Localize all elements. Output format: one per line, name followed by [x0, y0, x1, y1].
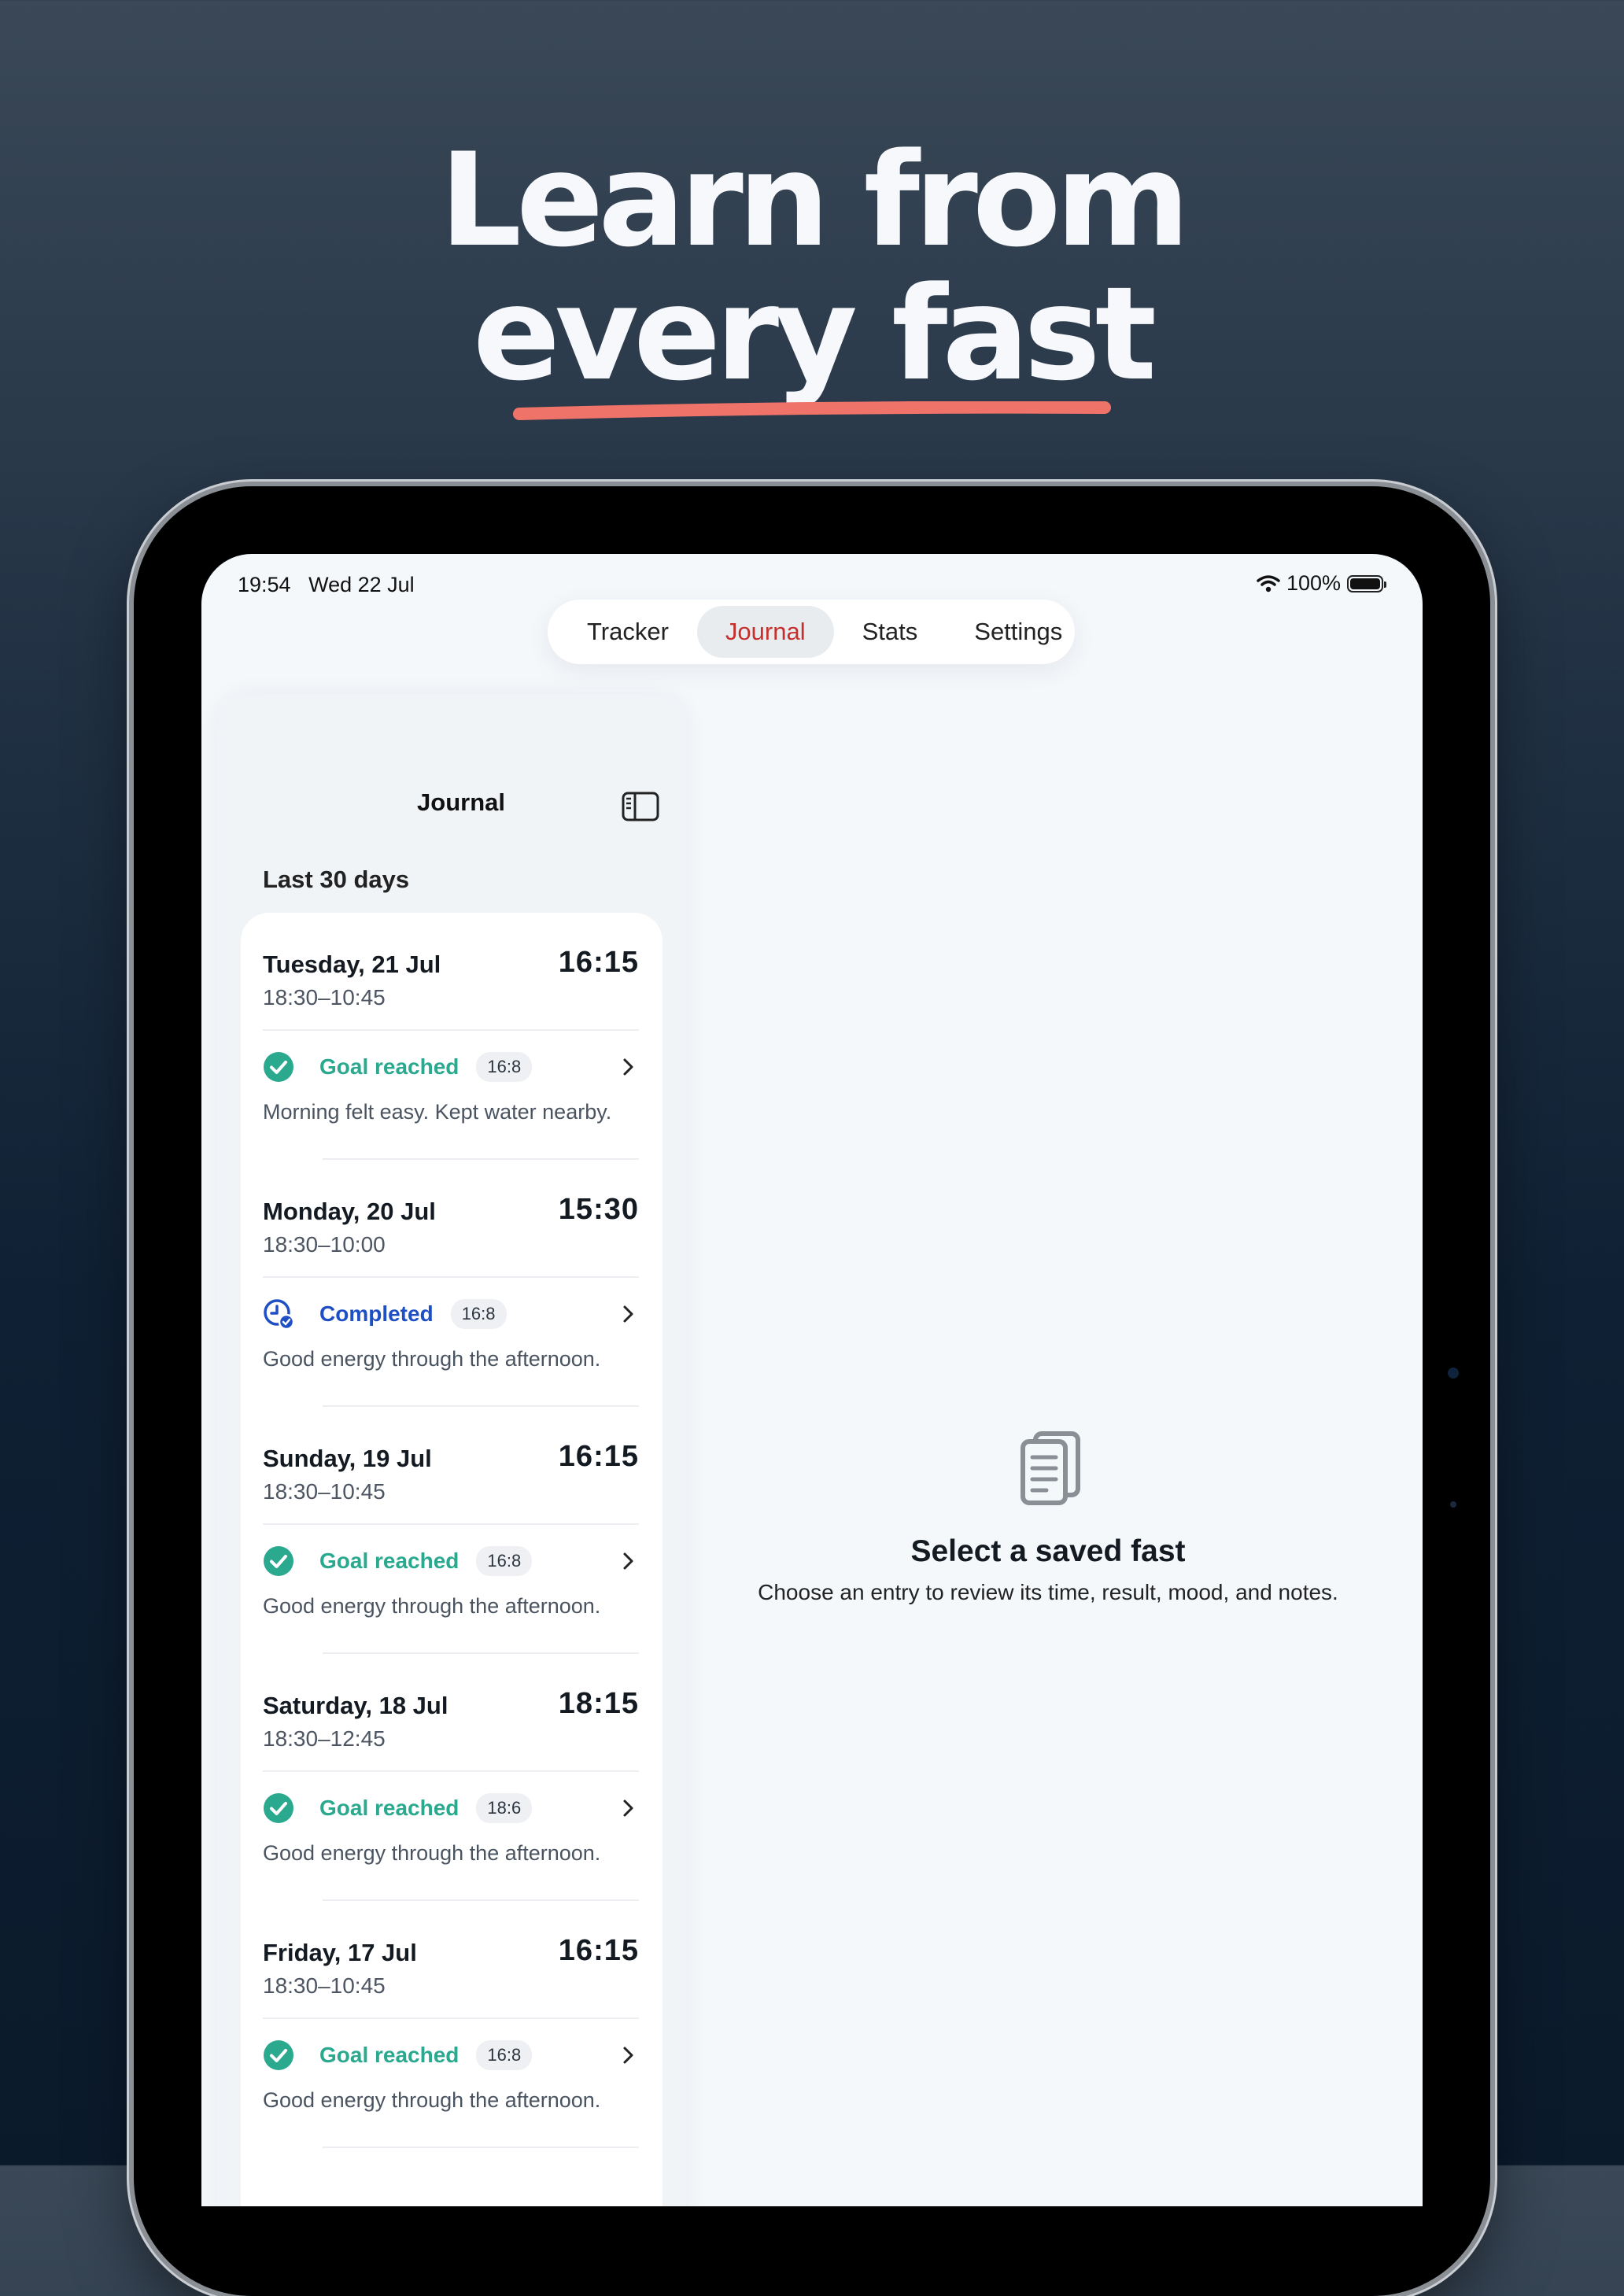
entry-plan-badge: 16:8 [476, 1052, 533, 1082]
entry-divider [263, 1523, 639, 1525]
journal-entry[interactable]: Saturday, 18 Jul 18:30–12:45 18:15 Goal … [241, 1654, 663, 1901]
journal-entry[interactable]: Sunday, 19 Jul 18:30–10:45 16:15 Goal re… [241, 1407, 663, 1654]
entry-note: Good energy through the afternoon. [263, 2088, 601, 2112]
journal-entry[interactable]: Tuesday, 21 Jul 18:30–10:45 16:15 Goal r… [241, 913, 663, 1160]
entry-status-row[interactable]: Goal reached 16:8 [263, 2038, 639, 2073]
battery-icon [1347, 574, 1386, 592]
app-screen: 19:54 Wed 22 Jul 100% Tracker Journal St… [201, 554, 1423, 2206]
entry-status: Goal reached [319, 1549, 460, 1573]
entry-time-range: 18:30–12:45 [263, 1726, 386, 1751]
entry-time-range: 18:30–10:45 [263, 985, 386, 1010]
entry-duration: 16:15 [558, 1440, 639, 1473]
chevron-right-icon[interactable] [618, 1303, 637, 1325]
tab-journal[interactable]: Journal [696, 606, 834, 658]
headline-line-1: Learn from [439, 125, 1190, 275]
status-date: Wed 22 Jul [308, 573, 415, 596]
entry-status: Completed [319, 1301, 434, 1326]
check-circle-icon [264, 1793, 293, 1823]
entry-divider [263, 1770, 639, 1772]
entry-plan-badge: 16:8 [476, 2040, 533, 2070]
entry-status-row[interactable]: Goal reached 16:8 [263, 1544, 639, 1578]
entry-date: Tuesday, 21 Jul [263, 951, 441, 978]
check-circle-icon [264, 2040, 293, 2070]
entry-duration: 15:30 [558, 1193, 639, 1226]
entry-duration: 18:15 [558, 1687, 639, 1720]
entry-time-range: 18:30–10:45 [263, 1479, 386, 1504]
section-label-last-30-days: Last 30 days [263, 866, 410, 893]
entry-status-row[interactable]: Goal reached 18:6 [263, 1791, 639, 1825]
entry-status-row[interactable]: Completed 16:8 [263, 1297, 639, 1331]
entry-note: Morning felt easy. Kept water nearby. [263, 1100, 612, 1124]
check-circle-icon [264, 1052, 293, 1082]
clock-check-icon [264, 1299, 294, 1330]
device-sensor [1450, 1501, 1456, 1508]
entry-status: Goal reached [319, 1054, 460, 1079]
document-stack-icon [1021, 1431, 1080, 1505]
entry-date: Monday, 20 Jul [263, 1198, 436, 1225]
entry-note: Good energy through the afternoon. [263, 1841, 601, 1865]
tab-stats[interactable]: Stats [834, 606, 947, 658]
chevron-right-icon[interactable] [618, 1056, 637, 1078]
entry-status: Goal reached [319, 2043, 460, 2067]
entry-note: Good energy through the afternoon. [263, 1594, 601, 1618]
headline-underline [513, 401, 1111, 420]
status-time-date: 19:54 Wed 22 Jul [238, 573, 415, 597]
status-indicators: 100% [1257, 571, 1386, 596]
entry-duration: 16:15 [558, 1934, 639, 1967]
entry-separator [323, 2147, 639, 2148]
journal-entry[interactable]: Monday, 20 Jul 18:30–10:00 15:30 Complet… [241, 1160, 663, 1407]
entry-divider [263, 1276, 639, 1278]
headline: Learn from every fast [0, 134, 1624, 401]
empty-state-title: Select a saved fast [910, 1534, 1186, 1568]
entry-status: Goal reached [319, 1796, 460, 1820]
empty-state-subtitle: Choose an entry to review its time, resu… [758, 1580, 1338, 1604]
chevron-right-icon[interactable] [618, 2044, 637, 2066]
entry-date: Saturday, 18 Jul [263, 1692, 448, 1719]
top-tab-bar: Tracker Journal Stats Settings [548, 600, 1075, 664]
entry-date: Sunday, 19 Jul [263, 1445, 432, 1472]
entry-divider [263, 1029, 639, 1031]
entry-date: Friday, 17 Jul [263, 1939, 417, 1966]
tab-tracker[interactable]: Tracker [559, 606, 697, 658]
chevron-right-icon[interactable] [618, 1550, 637, 1572]
sidebar-toggle-icon[interactable] [622, 792, 659, 821]
wifi-icon [1257, 574, 1280, 592]
check-circle-icon [264, 1546, 293, 1576]
entry-divider [263, 2017, 639, 2019]
battery-percent: 100% [1286, 571, 1341, 595]
entry-plan-badge: 16:8 [476, 1546, 533, 1576]
entry-note: Good energy through the afternoon. [263, 1347, 601, 1371]
journal-entry-list: Tuesday, 21 Jul 18:30–10:45 16:15 Goal r… [241, 913, 663, 2206]
entry-plan-badge: 18:6 [476, 1793, 533, 1823]
tab-settings[interactable]: Settings [946, 606, 1091, 658]
journal-entry[interactable]: Friday, 17 Jul 18:30–10:45 16:15 Goal re… [241, 1901, 663, 2148]
headline-line-2: every fast [472, 259, 1157, 409]
entry-plan-badge: 16:8 [450, 1299, 507, 1329]
front-camera [1448, 1368, 1459, 1379]
entry-time-range: 18:30–10:00 [263, 1232, 386, 1257]
status-time: 19:54 [238, 573, 291, 596]
chevron-right-icon[interactable] [618, 1797, 637, 1819]
entry-duration: 16:15 [558, 946, 639, 979]
entry-time-range: 18:30–10:45 [263, 1973, 386, 1998]
entry-status-row[interactable]: Goal reached 16:8 [263, 1050, 639, 1084]
journal-sidebar: Journal Last 30 days Tuesday, 21 Jul 18:… [217, 694, 686, 2206]
